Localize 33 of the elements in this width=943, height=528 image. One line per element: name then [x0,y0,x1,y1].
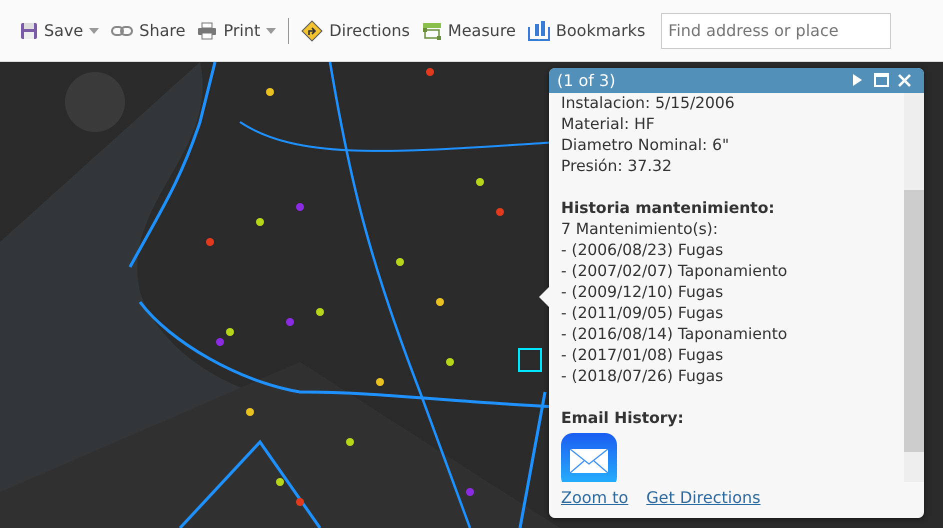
history-entry: - (2007/02/07) Taponamiento [561,261,788,282]
share-button[interactable]: Share [105,14,192,46]
history-entry: - (2011/09/05) Fugas [561,303,724,324]
save-button[interactable]: Save [14,14,106,46]
history-entry: - (2006/08/23) Fugas [561,240,724,261]
popup-link[interactable]: Get Directions [646,486,760,510]
book-icon [528,20,550,40]
attribute-text: Presión: 37.32 [561,156,673,177]
attribute-text: Diametro Nominal: 6" [561,135,730,156]
history-count: 7 Mantenimiento(s): [561,219,719,240]
popup-title: (1 of 3) [557,70,616,92]
popup-link[interactable]: Zoom to [561,486,628,510]
ruler-icon [422,22,442,40]
bookmarks-button[interactable]: Bookmarks [522,14,652,46]
history-entry: - (2016/08/14) Taponamiento [561,324,788,345]
scrollbar[interactable] [904,93,924,482]
printer-icon [197,22,218,40]
history-entry: - (2017/01/08) Fugas [561,345,724,366]
close-icon[interactable] [896,72,913,89]
mail-icon[interactable] [561,433,617,482]
section-heading: Email History: [561,408,685,429]
history-entry: - (2018/07/26) Fugas [561,366,724,387]
directions-button[interactable]: Directions [295,14,416,46]
print-button[interactable]: Print [191,14,282,46]
section-heading: Historia mantenimiento: [561,198,776,219]
attribute-text: Instalacion: 5/15/2006 [561,93,736,114]
history-entry: - (2009/12/10) Fugas [561,282,724,303]
measure-button[interactable]: Measure [416,14,522,46]
maximize-icon[interactable] [873,72,890,89]
attribute-text: Material: HF [561,114,656,135]
search-field[interactable]: Find address or place [661,12,892,48]
link-icon [111,24,134,36]
selection-highlight [518,348,542,372]
